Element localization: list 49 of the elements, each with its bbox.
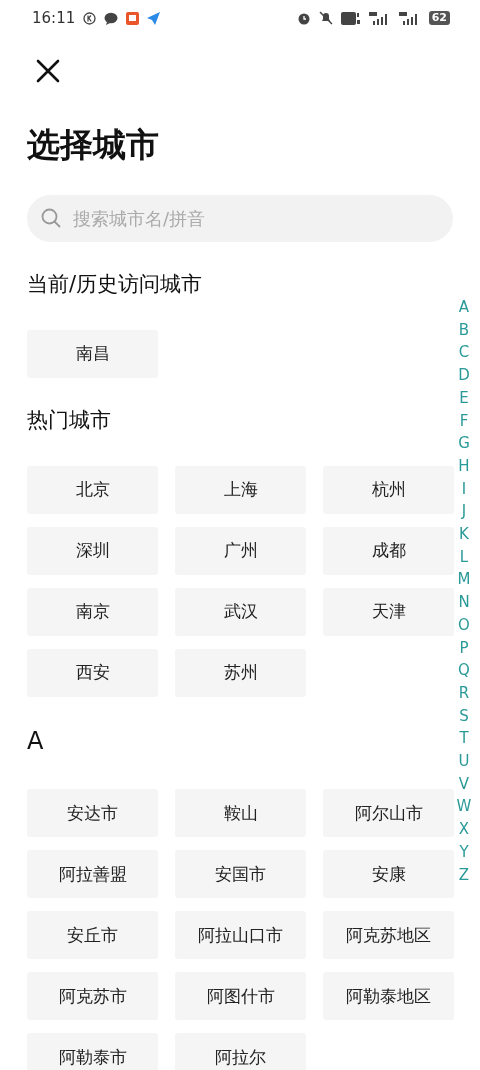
page-title: 选择城市 [27,125,160,165]
city-button[interactable]: 阿拉善盟 [27,850,158,899]
clock-time: 16:11 [32,7,76,29]
index-letter[interactable]: G [456,432,472,455]
city-button[interactable]: 鞍山 [175,789,306,838]
index-letter[interactable]: I [456,477,472,501]
city-button[interactable]: 阿拉山口市 [175,911,306,960]
index-letter[interactable]: S [456,704,472,728]
city-button[interactable]: 阿勒泰市 [27,1033,158,1070]
section-heading: 热门城市 [27,406,111,434]
city-button[interactable]: 安丘市 [27,911,158,960]
city-button[interactable]: 西安 [27,649,158,698]
city-button[interactable]: 苏州 [175,649,306,698]
city-button[interactable]: 杭州 [323,466,454,515]
send-icon [147,11,162,25]
city-button[interactable]: 成都 [323,527,454,576]
k-circle-icon [83,11,97,25]
index-letter[interactable]: J [456,500,472,524]
city-button[interactable]: 安国市 [175,850,306,899]
chat-icon [104,11,119,25]
index-letter[interactable]: Y [456,840,472,864]
city-button[interactable]: 武汉 [175,588,306,637]
city-button[interactable]: 阿拉尔 [175,1033,306,1070]
index-letter[interactable]: K [456,523,472,546]
muted-bell-icon [318,11,333,25]
city-button[interactable]: 天津 [323,588,454,637]
city-button[interactable]: 阿图什市 [175,972,306,1021]
city-button[interactable]: 上海 [175,466,306,515]
search-icon [41,208,61,229]
city-button[interactable]: 深圳 [27,527,158,576]
city-button[interactable]: 广州 [175,527,306,576]
city-button[interactable]: 安达市 [27,789,158,838]
city-button[interactable]: 北京 [27,466,158,515]
search-field[interactable]: 搜索城市名/拼音 [27,194,453,242]
index-letter[interactable]: V [456,772,472,796]
section-heading: A [27,726,44,758]
city-button[interactable]: 阿克苏地区 [323,911,454,960]
city-button[interactable]: 阿克苏市 [27,972,158,1021]
index-letter[interactable]: O [456,613,472,637]
section-heading: 当前/历史访问城市 [27,270,203,298]
city-button[interactable]: 南昌 [27,329,158,378]
battery-level: 62 [428,11,450,25]
city-button[interactable]: 阿勒泰地区 [323,972,454,1021]
city-button[interactable]: 阿尔山市 [323,789,454,838]
search-input[interactable]: 搜索城市名/拼音 [71,203,439,233]
city-button[interactable]: 南京 [27,588,158,637]
index-letter[interactable]: T [456,727,472,751]
city-button[interactable]: 安康 [323,850,454,899]
close-button[interactable] [34,57,62,85]
